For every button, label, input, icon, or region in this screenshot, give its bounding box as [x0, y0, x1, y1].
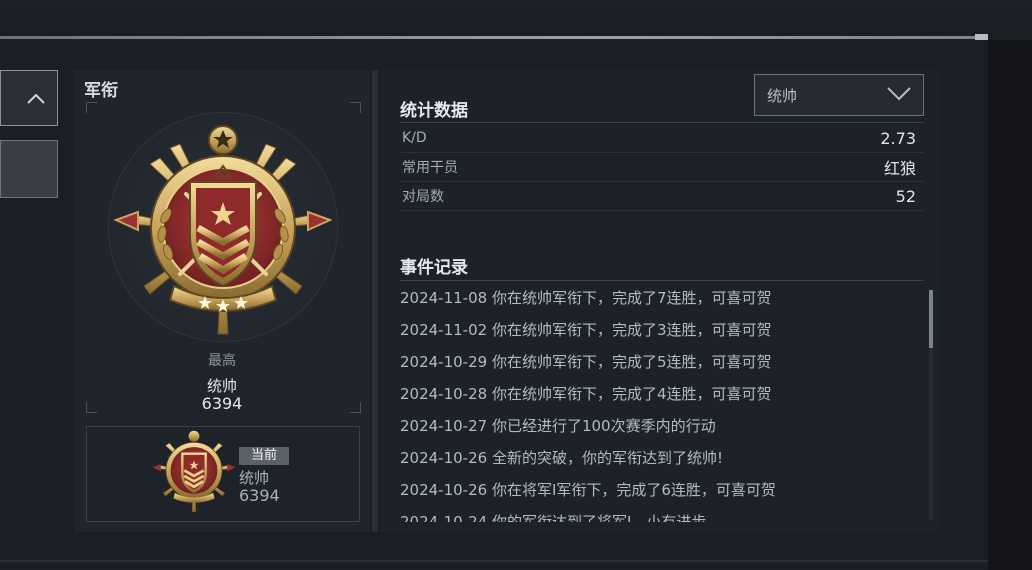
event-scrollbar-thumb[interactable]	[929, 290, 933, 348]
rank-filter-dropdown[interactable]: 统帅	[754, 74, 924, 116]
event-item: 2024-10-27 你已经进行了100次赛季内的行动	[400, 417, 716, 435]
event-item: 2024-11-02 你在统帅军衔下，完成了3连胜，可喜可贺	[400, 321, 772, 339]
stat-value: 红狼	[883, 159, 916, 178]
event-list[interactable]: 2024-11-08 你在统帅军衔下，完成了7连胜，可喜可贺 2024-11-0…	[400, 284, 922, 522]
side-tab-collapse[interactable]	[0, 70, 58, 126]
stat-label: 常用干员	[402, 160, 458, 176]
side-tab-secondary[interactable]	[0, 140, 58, 198]
chevron-down-icon	[887, 86, 911, 105]
highest-rank-points: 6394	[201, 394, 243, 413]
stat-label: K/D	[402, 130, 427, 146]
stat-divider	[400, 210, 924, 211]
stat-row-kd: K/D 2.73	[402, 124, 916, 152]
events-title: 事件记录	[400, 258, 468, 278]
event-item: 2024-10-29 你在统帅军衔下，完成了5连胜，可喜可贺	[400, 353, 772, 371]
bottom-divider	[0, 560, 988, 562]
rank-filter-value: 统帅	[767, 86, 798, 105]
rank-panel-title: 军衔	[84, 81, 118, 101]
right-edge	[988, 40, 1032, 570]
frame-corner	[350, 102, 361, 113]
card-divider	[372, 70, 378, 532]
event-item: 2024-10-26 全新的突破，你的军衔达到了统帅!	[400, 449, 723, 467]
events-title-divider	[400, 280, 924, 281]
stat-label: 对局数	[402, 189, 444, 205]
chevron-up-icon	[27, 89, 45, 108]
highest-rank-label: 最高	[208, 353, 236, 369]
top-divider	[0, 36, 988, 39]
stats-title-divider	[400, 122, 924, 123]
stat-row-operator: 常用干员 红狼	[402, 153, 916, 181]
top-backdrop	[0, 0, 1032, 40]
marshal-rank-emblem-small-icon	[152, 430, 236, 512]
frame-corner	[86, 102, 97, 113]
current-rank-points: 6394	[239, 486, 280, 505]
event-item: 2024-10-26 你在将军Ⅰ军衔下，完成了6连胜，可喜可贺	[400, 481, 776, 499]
stat-row-matches: 对局数 52	[402, 182, 916, 210]
event-item: 2024-11-08 你在统帅军衔下，完成了7连胜，可喜可贺	[400, 289, 772, 307]
current-rank-name: 统帅	[239, 469, 270, 487]
event-item: 2024-10-28 你在统帅军衔下，完成了4连胜，可喜可贺	[400, 385, 772, 403]
event-item: 2024-10-24 你的军衔达到了将军Ⅰ，小有进步	[400, 513, 707, 522]
marshal-rank-emblem-icon	[113, 125, 333, 335]
stats-title: 统计数据	[400, 101, 468, 121]
stat-value: 52	[895, 186, 916, 206]
stat-value: 2.73	[880, 128, 916, 148]
current-rank-tag: 当前	[239, 447, 289, 465]
highest-rank-name: 统帅	[206, 377, 237, 395]
